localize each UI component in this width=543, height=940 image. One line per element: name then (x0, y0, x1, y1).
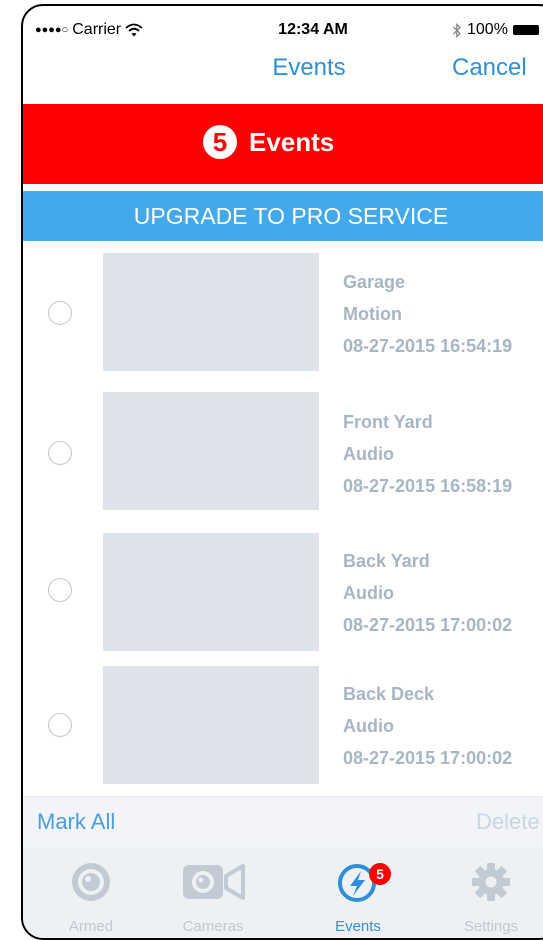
event-info: Garage Motion 08-27-2015 16:54:19 (343, 266, 512, 362)
banner-title: Events (249, 126, 335, 157)
tab-armed[interactable]: Armed (36, 847, 146, 938)
event-thumbnail[interactable] (103, 253, 319, 371)
event-thumbnail[interactable] (103, 533, 319, 651)
battery-icon (512, 25, 539, 35)
status-bar: ●●●●○ Carrier 12:34 AM 100% (23, 6, 543, 48)
selection-toolbar: Mark All Delete (23, 796, 543, 847)
tab-cameras[interactable]: Cameras (158, 847, 268, 938)
event-row[interactable]: Front Yard Audio 08-27-2015 16:58:19 (23, 386, 543, 510)
event-camera: Front Yard (343, 412, 433, 432)
tab-events[interactable]: 5 Events (303, 847, 413, 938)
mark-all-button[interactable]: Mark All (37, 809, 115, 835)
event-info: Back Yard Audio 08-27-2015 17:00:02 (343, 545, 512, 641)
armed-icon (36, 861, 146, 903)
event-type: Audio (343, 444, 394, 464)
event-row[interactable]: Back Deck Audio 08-27-2015 17:00:02 (23, 661, 543, 784)
upgrade-button[interactable]: UPGRADE TO PRO SERVICE (23, 191, 543, 241)
event-type: Motion (343, 304, 402, 324)
select-radio[interactable] (48, 713, 72, 737)
navigation-bar: Events Cancel (23, 48, 543, 104)
tab-label: Cameras (182, 918, 244, 935)
events-banner: 5 Events (23, 104, 543, 184)
event-timestamp: 08-27-2015 17:00:02 (343, 748, 513, 768)
event-timestamp: 08-27-2015 16:58:19 (343, 476, 513, 496)
events-tab-badge: 5 (369, 863, 391, 885)
tab-settings[interactable]: Settings (436, 847, 543, 938)
banner-content: 5 Events (203, 125, 334, 159)
tab-label: Armed (68, 918, 114, 935)
event-row[interactable]: Back Yard Audio 08-27-2015 17:00:02 (23, 528, 543, 651)
event-thumbnail[interactable] (103, 392, 319, 510)
battery-percent: 100% (467, 21, 508, 38)
events-icon (303, 861, 413, 903)
tab-label: Events (335, 918, 381, 935)
event-type: Audio (343, 583, 394, 603)
event-camera: Back Yard (343, 551, 430, 571)
status-right: 100% (452, 21, 539, 39)
event-camera: Back Deck (343, 684, 435, 704)
select-radio[interactable] (48, 301, 72, 325)
event-row[interactable]: Garage Motion 08-27-2015 16:54:19 (23, 246, 543, 371)
event-timestamp: 08-27-2015 17:00:02 (343, 615, 513, 635)
event-type: Audio (343, 716, 394, 736)
bluetooth-icon (453, 22, 461, 38)
tab-bar: Armed Cameras 5 Events Settings (23, 847, 543, 938)
delete-button[interactable]: Delete (476, 809, 540, 835)
phone-frame: ●●●●○ Carrier 12:34 AM 100% Events Cance… (21, 4, 543, 940)
event-thumbnail[interactable] (103, 666, 319, 784)
camera-icon (158, 861, 268, 903)
select-radio[interactable] (48, 441, 72, 465)
select-radio[interactable] (48, 578, 72, 602)
cancel-button[interactable]: Cancel (452, 54, 527, 82)
event-info: Back Deck Audio 08-27-2015 17:00:02 (343, 678, 512, 774)
event-camera: Garage (343, 272, 406, 292)
events-count-badge: 5 (203, 125, 237, 159)
tab-label: Settings (463, 918, 519, 935)
event-timestamp: 08-27-2015 16:54:19 (343, 336, 513, 356)
event-info: Front Yard Audio 08-27-2015 16:58:19 (343, 406, 512, 502)
gear-icon (436, 861, 543, 903)
